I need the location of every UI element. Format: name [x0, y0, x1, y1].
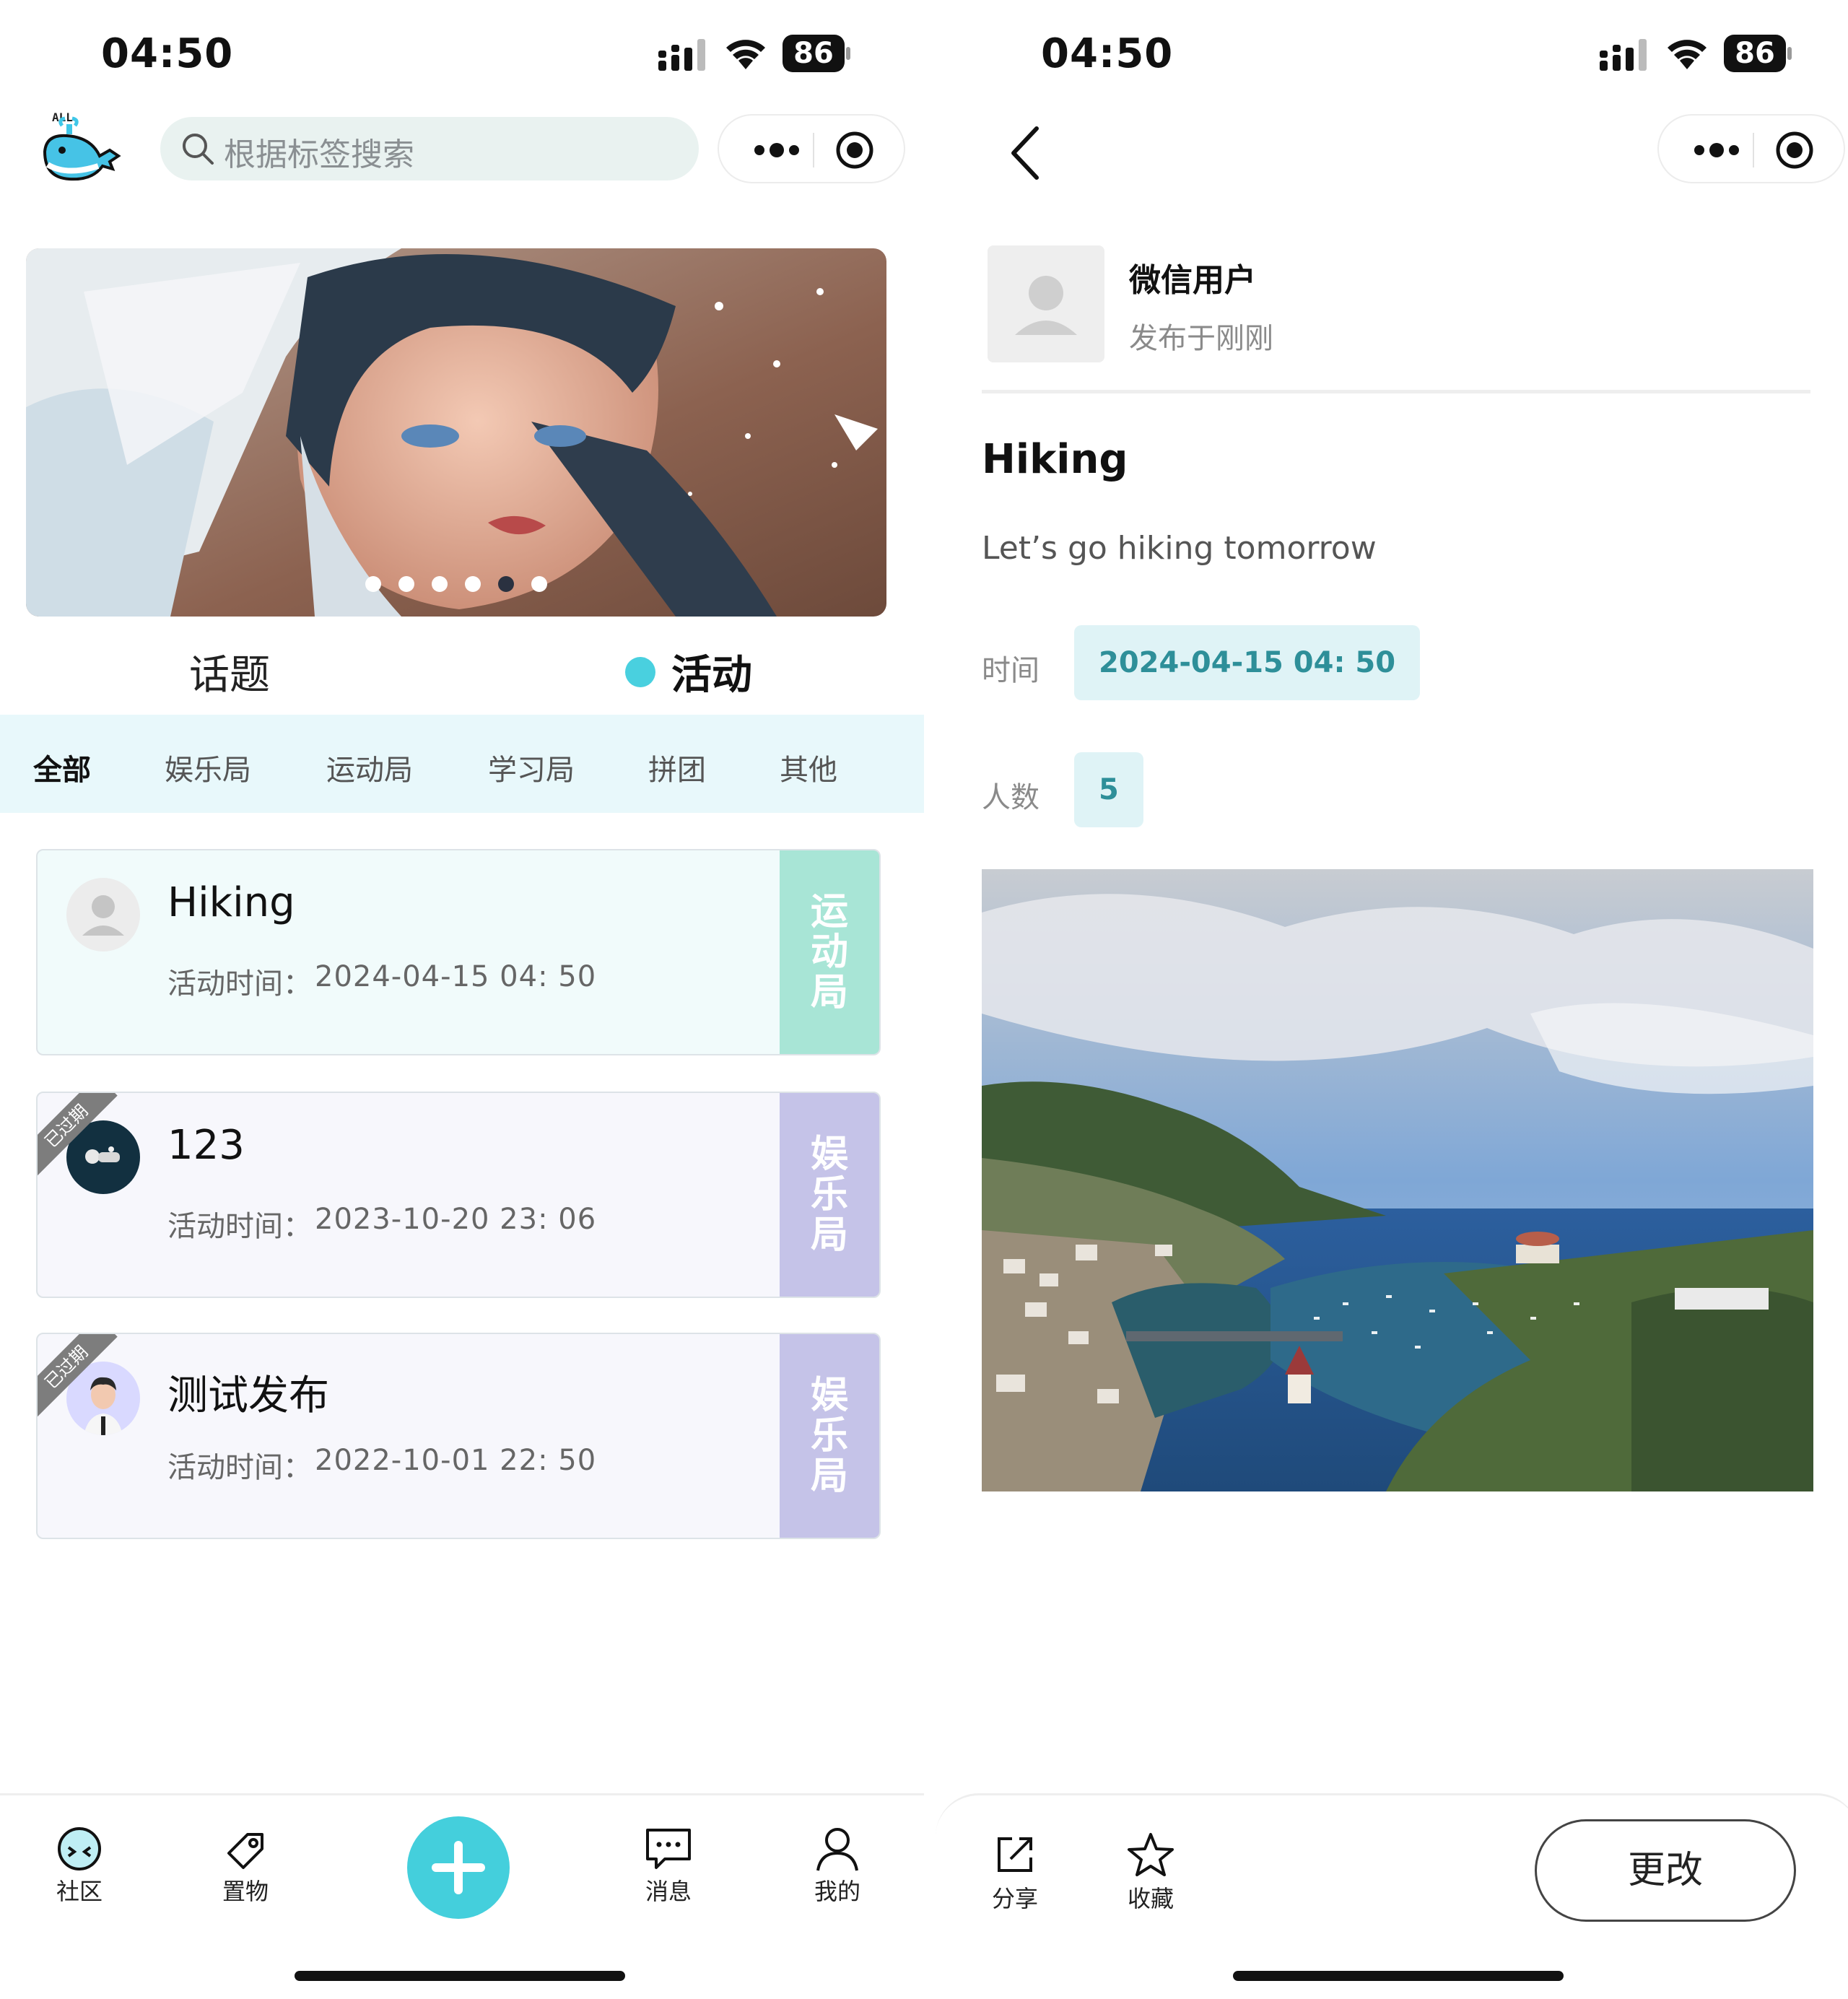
share-button[interactable]: 分享: [972, 1832, 1058, 1914]
tab-storage-label: 置物: [222, 1878, 269, 1905]
battery-icon: 86: [783, 35, 850, 72]
card-title: Hiking: [167, 879, 295, 926]
wifi-icon: [1668, 40, 1707, 69]
carousel-dot[interactable]: [498, 576, 514, 592]
carousel-dot[interactable]: [465, 576, 481, 592]
tab-activity-label: 活动: [671, 652, 752, 699]
miniprogram-capsule: [1657, 114, 1845, 183]
search-input[interactable]: 根据标签搜索: [160, 117, 699, 180]
card-time: 2022-10-01 22: 50: [315, 1444, 597, 1477]
close-miniprogram-icon[interactable]: [834, 130, 875, 170]
activity-list-screen: 04:50 86 ALL 根据标签搜索 话题 活动 全部 娱乐局 运动局 学习局…: [0, 0, 924, 1999]
share-icon: [998, 1837, 1032, 1872]
back-arrow-icon[interactable]: [1005, 124, 1048, 182]
category-label: 运动局: [810, 890, 848, 1014]
activity-photo[interactable]: [982, 869, 1813, 1491]
tag-icon: [227, 1833, 263, 1869]
category-badge: 娱乐局: [780, 1093, 879, 1297]
active-tab-indicator: [625, 657, 655, 687]
search-icon: [183, 134, 214, 165]
tab-storage[interactable]: 置物: [202, 1824, 289, 1907]
activity-card[interactable]: 已过期 测试发布 活动时间： 2022-10-01 22: 50 娱乐局: [36, 1333, 881, 1539]
people-label: 人数: [982, 781, 1040, 814]
tab-profile[interactable]: 我的: [794, 1824, 881, 1907]
tab-activity[interactable]: 活动: [625, 643, 752, 701]
subtab-group-buy[interactable]: 拼团: [648, 746, 706, 788]
banner-carousel[interactable]: [26, 248, 886, 617]
star-icon: [1128, 1833, 1174, 1876]
status-bar: 04:50 86: [0, 29, 924, 79]
status-bar: 04:50 86: [924, 29, 1848, 79]
tab-community[interactable]: 社区: [36, 1824, 123, 1907]
carousel-dot[interactable]: [398, 576, 414, 592]
tab-messages-label: 消息: [645, 1878, 692, 1905]
activity-detail-screen: 04:50 86 微信用户 发布于刚刚 Hiking Let’s go hiki…: [924, 0, 1848, 1999]
card-title: 123: [167, 1122, 245, 1169]
plus-icon: [432, 1841, 485, 1894]
favorite-button[interactable]: 收藏: [1107, 1832, 1194, 1914]
status-time: 04:50: [1041, 30, 1174, 77]
battery-icon: 86: [1724, 35, 1792, 72]
post-time: 发布于刚刚: [1129, 322, 1273, 355]
more-icon[interactable]: [1681, 136, 1753, 165]
home-indicator: [1233, 1971, 1564, 1981]
status-time: 04:50: [101, 30, 234, 77]
activity-card[interactable]: Hiking 活动时间： 2024-04-15 04: 50 运动局: [36, 849, 881, 1055]
close-miniprogram-icon[interactable]: [1774, 130, 1815, 170]
carousel-dot[interactable]: [531, 576, 547, 592]
battery-level: 86: [1724, 35, 1786, 72]
people-count: 5: [1074, 752, 1143, 827]
avatar: [66, 878, 140, 951]
card-title: 测试发布: [167, 1372, 329, 1419]
category-tabs: 全部 娱乐局 运动局 学习局 拼团 其他: [0, 715, 924, 813]
user-avatar[interactable]: [988, 245, 1104, 362]
divider: [982, 390, 1810, 393]
category-badge: 娱乐局: [780, 1334, 879, 1538]
banner-image: [26, 248, 886, 617]
create-activity-button[interactable]: [407, 1816, 510, 1919]
post-body: Let’s go hiking tomorrow: [982, 530, 1377, 567]
message-icon: [646, 1829, 691, 1869]
cellular-signal-icon: [1600, 39, 1647, 71]
cellular-signal-icon: [658, 39, 705, 71]
post-title: Hiking: [982, 436, 1128, 483]
home-indicator: [295, 1971, 625, 1981]
wifi-icon: [726, 40, 765, 69]
tab-topic[interactable]: 话题: [189, 643, 270, 701]
category-label: 娱乐局: [810, 1133, 848, 1257]
edit-button[interactable]: 更改: [1535, 1819, 1796, 1922]
tab-community-label: 社区: [56, 1878, 103, 1905]
subtab-all[interactable]: 全部: [33, 746, 91, 788]
profile-icon: [816, 1828, 858, 1871]
more-icon[interactable]: [741, 136, 813, 165]
favorite-label: 收藏: [1127, 1885, 1174, 1912]
subtab-other[interactable]: 其他: [780, 746, 837, 788]
time-value: 2024-04-15 04: 50: [1074, 625, 1421, 700]
tab-profile-label: 我的: [814, 1878, 860, 1905]
category-label: 娱乐局: [810, 1374, 848, 1498]
tab-messages[interactable]: 消息: [625, 1824, 712, 1907]
card-time-label: 活动时间：: [167, 1451, 312, 1484]
activity-card[interactable]: 已过期 123 活动时间： 2023-10-20 23: 06 娱乐局: [36, 1092, 881, 1298]
user-name: 微信用户: [1129, 262, 1256, 299]
main-tabs: 话题 活动: [0, 621, 924, 715]
subtab-entertainment[interactable]: 娱乐局: [165, 746, 251, 788]
time-label: 时间: [982, 654, 1040, 687]
card-time-label: 活动时间：: [167, 1210, 312, 1243]
subtab-sports[interactable]: 运动局: [326, 746, 413, 788]
miniprogram-capsule: [718, 114, 905, 183]
card-time-label: 活动时间：: [167, 967, 312, 1001]
carousel-dot[interactable]: [432, 576, 448, 592]
category-badge: 运动局: [780, 850, 879, 1054]
card-time: 2024-04-15 04: 50: [315, 960, 597, 993]
community-icon: [58, 1827, 101, 1870]
card-time: 2023-10-20 23: 06: [315, 1203, 597, 1236]
subtab-study[interactable]: 学习局: [488, 746, 575, 788]
carousel-dot[interactable]: [365, 576, 381, 592]
whale-logo-icon: ALL: [43, 110, 121, 181]
carousel-indicator: [26, 576, 886, 595]
search-placeholder: 根据标签搜索: [224, 136, 414, 173]
battery-level: 86: [783, 35, 845, 72]
share-label: 分享: [991, 1885, 1038, 1912]
